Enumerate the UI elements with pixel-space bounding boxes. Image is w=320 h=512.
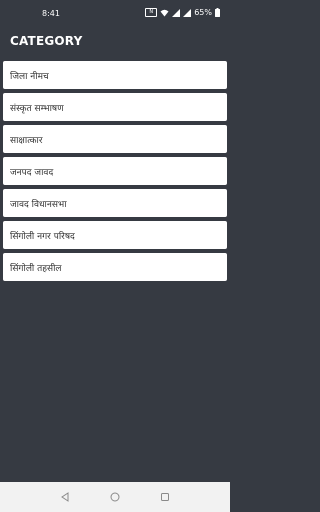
home-button[interactable]: [108, 490, 122, 504]
back-button[interactable]: [58, 490, 72, 504]
status-time: 8:41: [42, 9, 60, 18]
wifi-icon: [160, 9, 169, 17]
home-icon: [110, 492, 120, 502]
battery-icon: [215, 8, 220, 17]
battery-percent: 65%: [194, 8, 212, 17]
category-label: जावद विधानसभा: [10, 199, 67, 210]
category-label: सिंगोली नगर परिषद: [10, 231, 75, 242]
page-title: CATEGORY: [10, 34, 83, 48]
category-item-singoli-tehsil[interactable]: सिंगोली तहसील: [3, 253, 227, 281]
category-label: जिला नीमच: [10, 71, 49, 82]
signal-icon-secondary: [183, 8, 192, 17]
nfc-icon: N: [145, 8, 158, 17]
category-item-jawad-vidhansabha[interactable]: जावद विधानसभा: [3, 189, 227, 217]
recents-button[interactable]: [158, 490, 172, 504]
category-list: जिला नीमच संस्कृत सम्भाषण साक्षात्कार जन…: [3, 61, 227, 281]
signal-icon: [172, 8, 181, 17]
category-item-janpad-jawad[interactable]: जनपद जावद: [3, 157, 227, 185]
category-label: संस्कृत सम्भाषण: [10, 103, 64, 114]
category-item-jila-neemuch[interactable]: जिला नीमच: [3, 61, 227, 89]
status-icons: N 65%: [145, 8, 220, 17]
category-label: साक्षात्कार: [10, 135, 43, 146]
back-icon: [60, 492, 70, 502]
navigation-bar: [0, 482, 230, 512]
category-label: जनपद जावद: [10, 167, 54, 178]
category-item-sanskrit-sambhashan[interactable]: संस्कृत सम्भाषण: [3, 93, 227, 121]
category-item-sakshatkar[interactable]: साक्षात्कार: [3, 125, 227, 153]
status-bar: 8:41 N 65%: [0, 0, 230, 28]
category-item-singoli-nagar-parishad[interactable]: सिंगोली नगर परिषद: [3, 221, 227, 249]
category-label: सिंगोली तहसील: [10, 263, 62, 274]
recents-icon: [160, 492, 170, 502]
